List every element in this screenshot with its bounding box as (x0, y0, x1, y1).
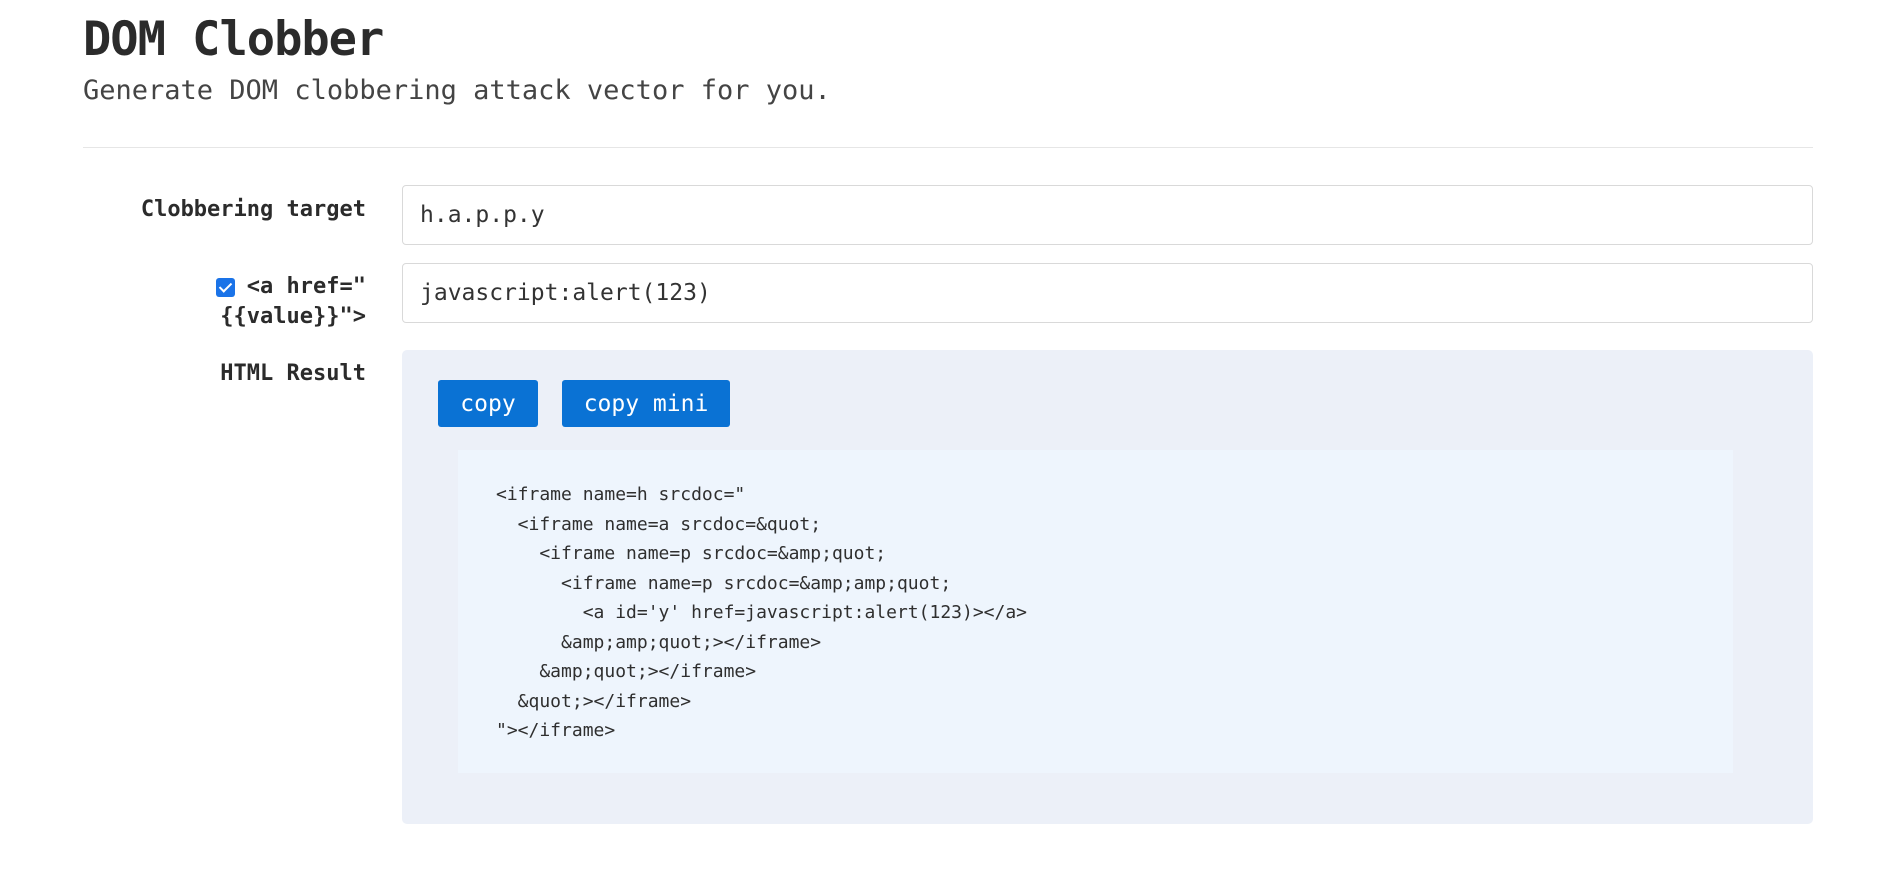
code-line: &amp;quot;></iframe> (496, 661, 757, 682)
href-checkbox[interactable] (215, 277, 235, 297)
href-option-label: <a href=" {{value}}"> (215, 272, 366, 332)
code-line: <iframe name=p srcdoc=&amp;amp;quot; (496, 572, 952, 594)
href-label-line2: {{value}}"> (220, 304, 366, 329)
code-line: &quot;></iframe> (496, 690, 692, 712)
code-line: "></iframe> (496, 720, 616, 741)
clobbering-target-input[interactable]: h.a.p.p.y (402, 185, 1813, 245)
page-subtitle: Generate DOM clobbering attack vector fo… (83, 75, 831, 106)
code-line: <iframe name=h srcdoc=" (496, 484, 746, 505)
copy-mini-button[interactable]: copy mini (562, 380, 730, 427)
html-result-panel: copy copy mini <iframe name=h srcdoc=" <… (402, 350, 1813, 824)
page-title: DOM Clobber (83, 12, 384, 67)
code-line: <iframe name=p srcdoc=&amp;quot; (496, 543, 887, 564)
html-result-label: HTML Result (220, 361, 366, 386)
code-line: <a id='y' href=javascript:alert(123)></a… (496, 602, 1028, 623)
href-value-input[interactable]: javascript:alert(123) (402, 263, 1813, 323)
code-line: &amp;amp;quot;></iframe> (496, 631, 822, 653)
clobbering-target-label: Clobbering target (140, 197, 366, 222)
code-line: <iframe name=a srcdoc=&quot; (496, 513, 822, 535)
copy-button[interactable]: copy (438, 380, 538, 427)
href-label-line1: <a href=" (246, 274, 366, 299)
header-divider (83, 147, 1813, 148)
result-code-block: <iframe name=h srcdoc=" <iframe name=a s… (458, 450, 1733, 773)
